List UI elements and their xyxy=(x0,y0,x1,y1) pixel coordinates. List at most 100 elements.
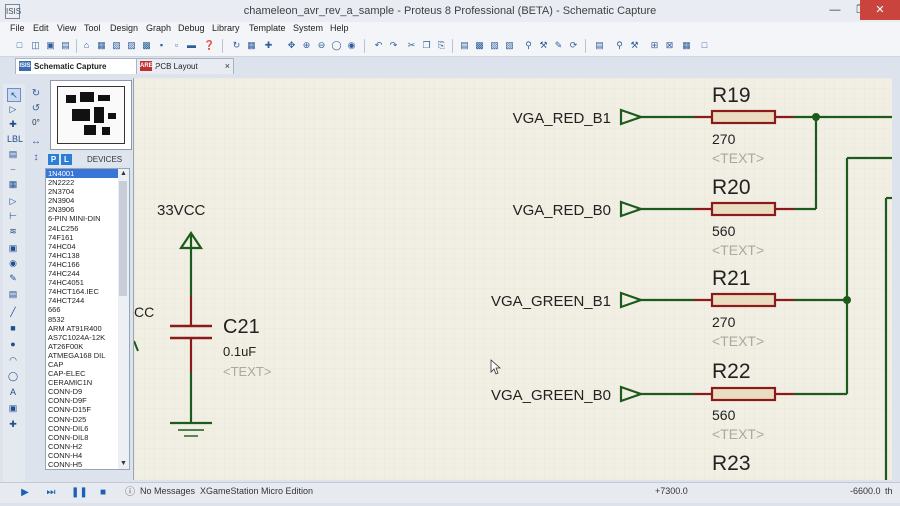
source-icon[interactable]: ▫ xyxy=(170,39,183,52)
net-label-vga-green-b0[interactable]: VGA_GREEN_B0 xyxy=(491,387,611,404)
library-icon[interactable]: ▬ xyxy=(185,39,198,52)
net-label-vga-green-b1[interactable]: VGA_GREEN_B1 xyxy=(491,293,611,310)
zoom-area-icon[interactable]: ◉ xyxy=(345,39,358,52)
device-pins-icon[interactable]: ⊢ xyxy=(7,210,19,222)
junction-dot-icon[interactable]: ✚ xyxy=(7,118,19,130)
device-list-item[interactable]: CONN-H2 xyxy=(46,442,119,451)
pick-device-icon[interactable]: ⚲ xyxy=(522,39,535,52)
undo-icon[interactable]: ↶ xyxy=(372,39,385,52)
device-list-item[interactable]: CONN-DIL8 xyxy=(46,433,119,442)
device-list-item[interactable]: 74HCT244 xyxy=(46,296,119,305)
home-icon[interactable]: ⌂ xyxy=(80,39,93,52)
subcircuit-icon[interactable]: ▦ xyxy=(7,178,19,190)
overview-window[interactable] xyxy=(50,80,132,150)
new-sheet-icon[interactable]: ⊞ xyxy=(648,39,661,52)
device-list-item[interactable]: 6-PIN MINI-DIN xyxy=(46,214,119,223)
property-assign-icon[interactable]: ⚒ xyxy=(628,39,641,52)
text-tool-icon[interactable]: A xyxy=(7,386,19,398)
save-all-icon[interactable]: ▤ xyxy=(59,39,72,52)
help-icon[interactable]: ❓ xyxy=(203,39,216,52)
pause-simulation-icon[interactable]: ❚❚ xyxy=(71,487,88,499)
make-device-icon[interactable]: ⚒ xyxy=(537,39,550,52)
wire-autorouter-icon[interactable]: ▤ xyxy=(593,39,606,52)
device-list-item[interactable]: CAP xyxy=(46,360,119,369)
device-list-item[interactable]: CERAMIC1N xyxy=(46,378,119,387)
junction-dot[interactable] xyxy=(843,296,851,304)
menu-system[interactable]: System xyxy=(293,23,323,33)
device-list-item[interactable]: CONN-H4 xyxy=(46,451,119,460)
pcb-icon[interactable]: ▧ xyxy=(110,39,123,52)
device-list-item[interactable]: CONN-D15F xyxy=(46,405,119,414)
mirror-x-icon[interactable]: ↔ xyxy=(29,136,43,148)
step-simulation-icon[interactable]: ⏭ xyxy=(45,487,57,499)
symbol-tool-icon[interactable]: ▣ xyxy=(7,402,19,414)
zoom-all-icon[interactable]: ◯ xyxy=(330,39,343,52)
path-tool-icon[interactable]: ◯ xyxy=(7,370,19,382)
resistor-r22-body[interactable] xyxy=(710,386,777,402)
device-list-item[interactable]: 1N4001 xyxy=(46,169,119,179)
device-list-item[interactable]: 74HC4051 xyxy=(46,278,119,287)
device-list-item[interactable]: 8532 xyxy=(46,315,119,324)
device-list-item[interactable]: ARM AT91R400 xyxy=(46,324,119,333)
component-mode-icon[interactable]: ▷ xyxy=(7,103,19,115)
netlist-icon[interactable]: ▦ xyxy=(680,39,693,52)
messages-icon[interactable]: ⓘ xyxy=(124,487,136,499)
block-move-icon[interactable]: ▩ xyxy=(473,39,486,52)
resistor-r21-body[interactable] xyxy=(710,292,777,308)
buses-icon[interactable]: ⎯ xyxy=(7,163,19,175)
library-manager-button[interactable]: L xyxy=(61,154,72,165)
device-list-item[interactable]: CAP-ELEC xyxy=(46,369,119,378)
device-list-item[interactable]: CONN-D9 xyxy=(46,387,119,396)
copy-icon[interactable]: ❐ xyxy=(420,39,433,52)
tab-pcb-layout[interactable]: ARES PCB Layout × xyxy=(136,58,234,74)
scroll-down-icon[interactable]: ▼ xyxy=(118,459,129,469)
box-tool-icon[interactable]: ■ xyxy=(7,322,19,334)
device-list-item[interactable]: 2N3704 xyxy=(46,187,119,196)
rotation-angle[interactable]: 0° xyxy=(29,117,43,129)
save-icon[interactable]: ▣ xyxy=(44,39,57,52)
close-button[interactable]: ✕ xyxy=(860,0,900,20)
schematic-canvas[interactable]: 33VCC CC C21 0.1uF <TEXT> VGA_RED_B1 VGA… xyxy=(133,78,893,480)
device-list-scrollbar[interactable]: ▲ ▼ xyxy=(118,168,130,470)
menu-file[interactable]: File xyxy=(10,23,25,33)
cut-icon[interactable]: ✂ xyxy=(405,39,418,52)
device-list[interactable]: 1N4001 2N2222 2N3704 2N3904 2N3906 6-PIN MINI… xyxy=(45,168,120,470)
device-list-item[interactable]: 24LC256 xyxy=(46,224,119,233)
new-icon[interactable]: □ xyxy=(13,39,26,52)
device-list-item[interactable]: CONN-D25 xyxy=(46,415,119,424)
menu-debug[interactable]: Debug xyxy=(178,23,205,33)
messages-status[interactable]: No Messages xyxy=(140,486,195,496)
device-list-item[interactable]: AT26F00K xyxy=(46,342,119,351)
net-label-vga-red-b0[interactable]: VGA_RED_B0 xyxy=(513,202,611,219)
zoom-out-icon[interactable]: ⊖ xyxy=(315,39,328,52)
terminals-icon[interactable]: ▷ xyxy=(7,195,19,207)
net-label-vga-red-b1[interactable]: VGA_RED_B1 xyxy=(513,110,611,127)
device-list-item[interactable]: 74HC04 xyxy=(46,242,119,251)
zoom-in-icon[interactable]: ⊕ xyxy=(300,39,313,52)
schematic-icon[interactable]: ▦ xyxy=(95,39,108,52)
open-icon[interactable]: ◫ xyxy=(29,39,42,52)
rotate-ccw-icon[interactable]: ↺ xyxy=(29,103,43,115)
decompose-icon[interactable]: ⟳ xyxy=(567,39,580,52)
menu-library[interactable]: Library xyxy=(212,23,240,33)
menu-template[interactable]: Template xyxy=(249,23,286,33)
bom-icon[interactable]: ▪ xyxy=(155,39,168,52)
redo-icon[interactable]: ↷ xyxy=(387,39,400,52)
pan-icon[interactable]: ✥ xyxy=(285,39,298,52)
gerber-icon[interactable]: ▨ xyxy=(125,39,138,52)
close-tab-icon[interactable]: × xyxy=(225,59,230,74)
device-list-item[interactable]: ATMEGA168 DIL xyxy=(46,351,119,360)
rotate-cw-icon[interactable]: ↻ xyxy=(29,88,43,100)
scroll-up-icon[interactable]: ▲ xyxy=(118,169,129,179)
block-delete-icon[interactable]: ▧ xyxy=(503,39,516,52)
circle-tool-icon[interactable]: ● xyxy=(7,338,19,350)
device-list-item[interactable]: 74HC244 xyxy=(46,269,119,278)
paste-icon[interactable]: ⎘ xyxy=(435,39,448,52)
resistor-r19-body[interactable] xyxy=(710,109,777,125)
menu-help[interactable]: Help xyxy=(330,23,349,33)
menu-graph[interactable]: Graph xyxy=(146,23,171,33)
schematic-drawing[interactable]: 33VCC CC C21 0.1uF <TEXT> VGA_RED_B1 VGA… xyxy=(134,78,893,480)
resistor-r20-body[interactable] xyxy=(710,201,777,217)
junction-dot[interactable] xyxy=(812,113,820,121)
device-list-item[interactable]: CONN-D9F xyxy=(46,396,119,405)
